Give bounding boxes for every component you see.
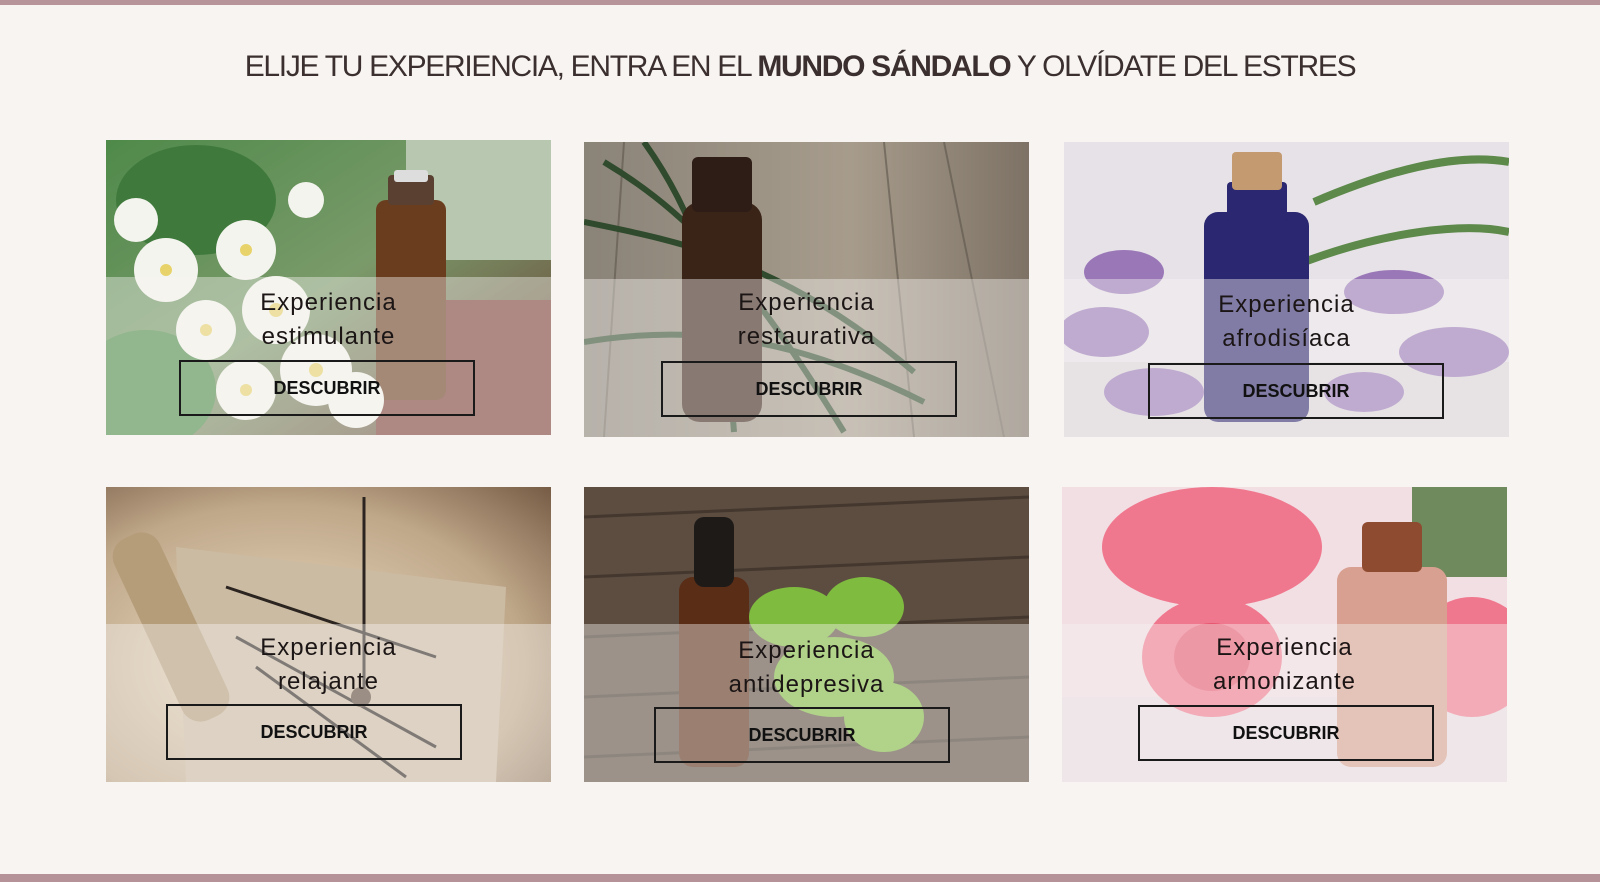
headline-brand: MUNDO SÁNDALO bbox=[757, 50, 1011, 83]
card-title: Experiencia armonizante bbox=[1062, 631, 1507, 699]
top-accent-bar bbox=[0, 0, 1600, 5]
descubrir-button-label: DESCUBRIR bbox=[1232, 722, 1340, 743]
card-title: Experiencia estimulante bbox=[106, 286, 551, 354]
experience-card-armonizante[interactable]: Experiencia armonizante DESCUBRIR bbox=[1062, 487, 1507, 782]
headline-suffix: Y OLVÍDATE DEL ESTRES bbox=[1010, 50, 1357, 83]
experience-card-antidepresiva[interactable]: Experiencia antidepresiva DESCUBRIR bbox=[584, 487, 1029, 782]
bottom-accent-bar bbox=[0, 874, 1600, 882]
card-title-line2: restaurativa bbox=[737, 323, 876, 350]
descubrir-button[interactable]: DESCUBRIR bbox=[166, 704, 462, 760]
card-title: Experiencia relajante bbox=[106, 631, 551, 699]
page-headline: ELIJE TU EXPERIENCIA, ENTRA EN EL MUNDO … bbox=[0, 50, 1600, 84]
card-title-line1: Experiencia bbox=[260, 289, 397, 316]
card-title-line2: estimulante bbox=[261, 323, 396, 350]
card-title-line1: Experiencia bbox=[260, 634, 397, 661]
descubrir-button[interactable]: DESCUBRIR bbox=[1148, 363, 1444, 419]
card-title-line1: Experiencia bbox=[738, 289, 875, 316]
card-title-line2: relajante bbox=[277, 668, 380, 695]
descubrir-button-label: DESCUBRIR bbox=[1242, 380, 1350, 401]
experience-card-relajante[interactable]: Experiencia relajante DESCUBRIR bbox=[106, 487, 551, 782]
card-title-line2: antidepresiva bbox=[728, 671, 885, 698]
descubrir-button-label: DESCUBRIR bbox=[755, 378, 863, 399]
card-title-line2: afrodisíaca bbox=[1222, 325, 1351, 352]
experience-card-estimulante[interactable]: Experiencia estimulante DESCUBRIR bbox=[106, 140, 551, 435]
descubrir-button[interactable]: DESCUBRIR bbox=[1138, 705, 1434, 761]
card-title-line1: Experiencia bbox=[1218, 291, 1355, 318]
card-title: Experiencia antidepresiva bbox=[584, 634, 1029, 702]
headline-prefix: ELIJE TU EXPERIENCIA, ENTRA EN EL bbox=[244, 50, 758, 83]
descubrir-button[interactable]: DESCUBRIR bbox=[654, 707, 950, 763]
card-title: Experiencia afrodisíaca bbox=[1064, 288, 1509, 356]
experience-card-restaurativa[interactable]: Experiencia restaurativa DESCUBRIR bbox=[584, 142, 1029, 437]
card-title-line1: Experiencia bbox=[738, 637, 875, 664]
descubrir-button-label: DESCUBRIR bbox=[260, 721, 368, 742]
descubrir-button[interactable]: DESCUBRIR bbox=[661, 361, 957, 417]
card-title-line2: armonizante bbox=[1212, 668, 1357, 695]
descubrir-button[interactable]: DESCUBRIR bbox=[179, 360, 475, 416]
descubrir-button-label: DESCUBRIR bbox=[748, 724, 856, 745]
descubrir-button-label: DESCUBRIR bbox=[273, 377, 381, 398]
card-title: Experiencia restaurativa bbox=[584, 286, 1029, 354]
card-title-line1: Experiencia bbox=[1216, 634, 1353, 661]
experience-card-afrodisiaca[interactable]: Experiencia afrodisíaca DESCUBRIR bbox=[1064, 142, 1509, 437]
